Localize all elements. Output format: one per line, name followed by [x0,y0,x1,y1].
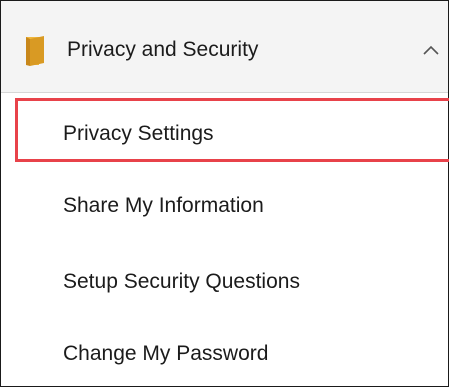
section-items: Privacy Settings Share My Information Se… [1,93,449,389]
menu-item-privacy-settings[interactable]: Privacy Settings [1,93,449,167]
folder-icon [26,36,44,66]
chevron-up-icon[interactable] [422,43,440,55]
section-title: Privacy and Security [67,38,259,61]
menu-item-setup-security-questions[interactable]: Setup Security Questions [1,243,448,316]
menu-item-change-my-password[interactable]: Change My Password [1,316,448,389]
menu-item-label: Change My Password [63,342,269,365]
menu-item-label: Setup Security Questions [63,270,300,293]
privacy-security-menu: Privacy and Security Privacy Settings Sh… [0,0,449,387]
menu-item-label: Share My Information [63,194,264,217]
menu-item-share-my-information[interactable]: Share My Information [1,167,448,243]
section-header-privacy-and-security[interactable]: Privacy and Security [1,1,448,93]
menu-item-label: Privacy Settings [63,122,214,145]
